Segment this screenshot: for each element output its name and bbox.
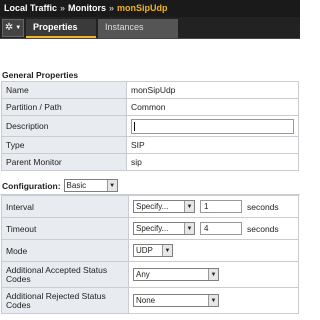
accepted-codes-cell: Any ▼ — [128, 261, 299, 288]
table-row: Additional Accepted Status Codes Any ▼ — [1, 261, 299, 288]
rejected-codes-label: Additional Rejected Status Codes — [1, 287, 129, 314]
parent-monitor-value: sip — [126, 153, 299, 171]
accepted-codes-select[interactable]: Any ▼ — [133, 268, 219, 281]
tab-properties[interactable]: Properties — [26, 19, 96, 38]
table-row: Partition / Path Common — [1, 98, 299, 116]
breadcrumb-item-local-traffic[interactable]: Local Traffic — [4, 3, 57, 13]
table-row: Name monSipUdp — [1, 81, 299, 99]
type-value: SIP — [126, 136, 299, 154]
gear-icon: ✲ — [4, 22, 14, 33]
table-row: Timeout Specify... ▼ 4 seconds — [1, 217, 299, 240]
chevron-down-icon: ▼ — [184, 223, 194, 234]
table-row: Additional Rejected Status Codes None ▼ — [1, 287, 299, 314]
mode-label: Mode — [1, 239, 129, 262]
rejected-codes-cell: None ▼ — [128, 287, 299, 314]
timeout-select-value: Specify... — [136, 224, 169, 233]
interval-input[interactable]: 1 — [200, 200, 242, 213]
interval-select[interactable]: Specify... ▼ — [133, 200, 195, 213]
rejected-codes-select[interactable]: None ▼ — [133, 294, 219, 307]
timeout-input[interactable]: 4 — [200, 222, 242, 235]
timeout-cell: Specify... ▼ 4 seconds — [128, 217, 299, 240]
mode-cell: UDP ▼ — [128, 239, 299, 262]
chevron-down-icon: ▼ — [208, 295, 218, 306]
type-label: Type — [1, 136, 127, 154]
parent-monitor-label: Parent Monitor — [1, 153, 127, 171]
mode-select[interactable]: UDP ▼ — [133, 244, 173, 257]
table-row: Parent Monitor sip — [1, 153, 299, 171]
interval-unit: seconds — [247, 201, 279, 212]
configuration-table: Interval Specify... ▼ 1 seconds Timeout … — [1, 195, 299, 314]
chevron-down-icon: ▼ — [106, 180, 117, 191]
configuration-label: Configuration: — [2, 180, 61, 191]
partition-label: Partition / Path — [1, 98, 127, 116]
chevron-down-icon: ▼ — [15, 25, 22, 31]
description-input[interactable] — [131, 118, 294, 134]
description-cell — [126, 115, 299, 137]
interval-label: Interval — [1, 195, 129, 218]
name-label: Name — [1, 81, 127, 99]
interval-select-value: Specify... — [136, 202, 169, 211]
chevron-down-icon: ▼ — [184, 201, 194, 212]
breadcrumb-separator: » — [60, 3, 66, 13]
mode-select-value: UDP — [136, 246, 153, 255]
gear-menu-button[interactable]: ✲ ▼ — [2, 19, 24, 37]
timeout-label: Timeout — [1, 217, 129, 240]
accepted-codes-label: Additional Accepted Status Codes — [1, 261, 129, 288]
table-row: Mode UDP ▼ — [1, 239, 299, 262]
breadcrumb-current: monSipUdp — [117, 3, 168, 13]
general-properties-table: Name monSipUdp Partition / Path Common D… — [1, 81, 299, 171]
configuration-bar: Configuration: Basic ▼ — [0, 177, 300, 195]
timeout-select[interactable]: Specify... ▼ — [133, 222, 195, 235]
text-cursor — [134, 121, 135, 131]
configuration-mode-value: Basic — [66, 181, 87, 190]
tab-bar: ✲ ▼ Properties Instances — [0, 17, 300, 39]
table-row: Interval Specify... ▼ 1 seconds — [1, 195, 299, 218]
description-label: Description — [1, 115, 127, 137]
breadcrumb-item-monitors[interactable]: Monitors — [68, 3, 106, 13]
table-row: Description — [1, 115, 299, 137]
accepted-codes-value: Any — [136, 270, 150, 279]
name-value: monSipUdp — [126, 81, 299, 99]
table-row: Type SIP — [1, 136, 299, 154]
chevron-down-icon: ▼ — [208, 269, 218, 280]
tab-instances[interactable]: Instances — [98, 19, 178, 38]
chevron-down-icon: ▼ — [162, 245, 172, 256]
general-properties-title: General Properties — [2, 70, 79, 80]
breadcrumb-separator: » — [109, 3, 115, 13]
breadcrumb: Local Traffic» Monitors» monSipUdp — [0, 0, 300, 17]
timeout-unit: seconds — [247, 223, 279, 234]
rejected-codes-value: None — [136, 296, 156, 305]
configuration-mode-select[interactable]: Basic ▼ — [63, 179, 118, 192]
partition-value: Common — [126, 98, 299, 116]
interval-cell: Specify... ▼ 1 seconds — [128, 195, 299, 218]
